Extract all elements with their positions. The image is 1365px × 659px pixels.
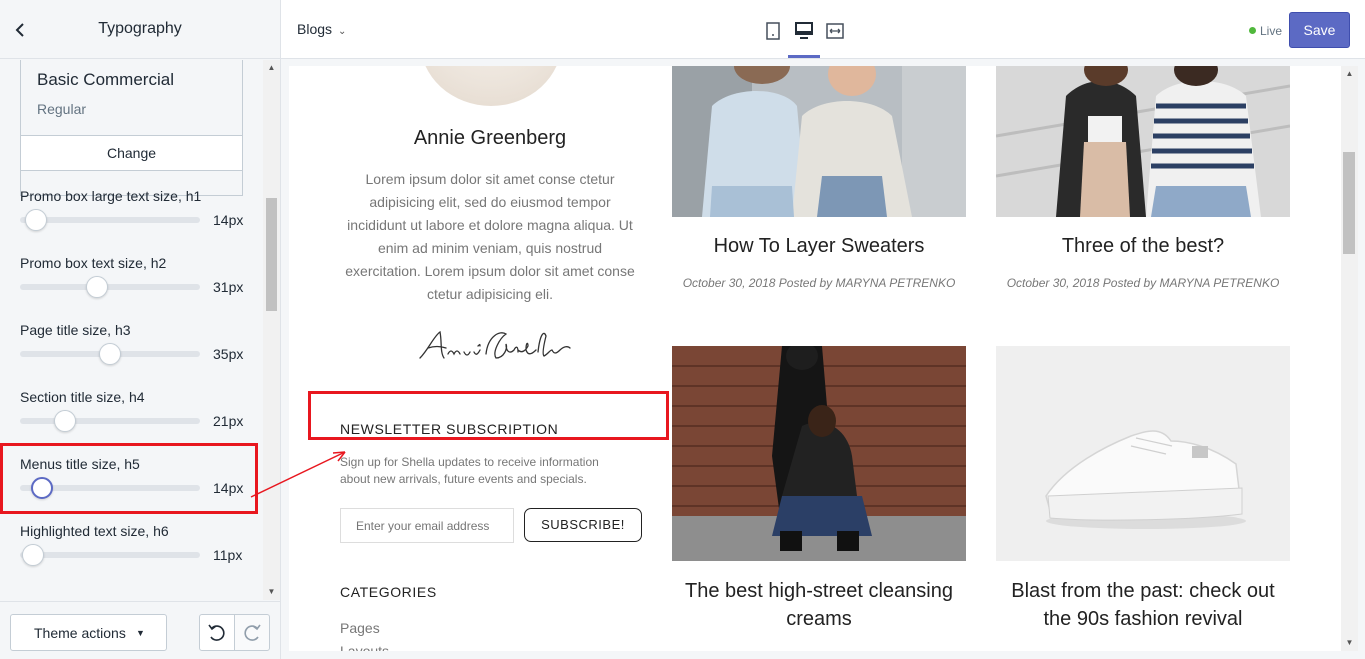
- page-selector[interactable]: Blogs ⌄: [297, 21, 346, 37]
- fullwidth-icon[interactable]: [824, 20, 846, 42]
- setting-label: Section title size, h4: [20, 389, 145, 405]
- category-link-pages[interactable]: Pages: [340, 620, 380, 636]
- setting-value: 21px: [213, 413, 244, 429]
- range-slider-track[interactable]: [20, 209, 200, 231]
- scroll-down-arrow-icon[interactable]: ▼: [263, 584, 280, 600]
- post-image-layered-sweaters[interactable]: [672, 66, 966, 217]
- setting-label: Promo box large text size, h1: [20, 188, 202, 204]
- font-picker-card: Basic Commercial Regular: [20, 60, 243, 196]
- setting-h3-size: Page title size, h3 35px: [20, 322, 250, 382]
- annotation-highlight-setting: [0, 443, 258, 514]
- setting-label: Highlighted text size, h6: [20, 523, 169, 539]
- annotation-highlight-heading: [308, 391, 669, 440]
- setting-h4-size: Section title size, h4 21px: [20, 389, 250, 449]
- subscribe-button[interactable]: SUBSCRIBE!: [524, 508, 642, 542]
- sidebar-footer: Theme actions ▼: [0, 601, 280, 659]
- redo-button[interactable]: [234, 614, 270, 651]
- setting-label: Promo box text size, h2: [20, 255, 167, 271]
- chevron-down-icon: ⌄: [338, 26, 347, 37]
- category-link-layouts[interactable]: Layouts: [340, 643, 389, 651]
- range-slider-thumb[interactable]: [54, 410, 76, 432]
- selected-device-indicator: [788, 55, 820, 58]
- post-title[interactable]: Three of the best?: [996, 232, 1290, 260]
- post-title[interactable]: The best high-street cleansing creams: [672, 577, 966, 633]
- change-font-button[interactable]: Change: [20, 135, 243, 171]
- setting-h6-size: Highlighted text size, h6 11px: [20, 523, 250, 583]
- range-slider-thumb[interactable]: [21, 544, 44, 566]
- live-status-label: Live: [1260, 24, 1283, 38]
- editor-topbar: Blogs ⌄ Live Save: [281, 0, 1365, 59]
- live-status-dot: [1249, 27, 1256, 34]
- sidebar-scrollbar[interactable]: ▲ ▼: [263, 60, 280, 600]
- scrollbar-thumb[interactable]: [1343, 152, 1355, 254]
- range-slider-track[interactable]: [20, 276, 200, 298]
- post-image-cleansing-creams[interactable]: [672, 346, 966, 561]
- post-meta: October 30, 2018 Posted by MARYNA PETREN…: [1006, 276, 1280, 290]
- preview-scrollbar[interactable]: ▲ ▼: [1341, 66, 1358, 651]
- setting-value: 31px: [213, 279, 244, 295]
- setting-h1-size: Promo box large text size, h1 14px: [20, 188, 250, 248]
- post-title[interactable]: How To Layer Sweaters: [672, 232, 966, 260]
- author-name: Annie Greenberg: [413, 127, 567, 149]
- scroll-down-arrow-icon[interactable]: ▼: [1341, 635, 1358, 651]
- scrollbar-thumb[interactable]: [266, 198, 277, 311]
- redo-icon: [244, 624, 261, 641]
- theme-editor-sidebar: Typography Basic Commercial Regular Chan…: [0, 0, 281, 659]
- newsletter-text: Sign up for Shella updates to receive in…: [340, 455, 599, 486]
- range-slider-track[interactable]: [20, 410, 200, 432]
- post-image-three-of-the-best[interactable]: [996, 66, 1290, 217]
- undo-button[interactable]: [199, 614, 235, 651]
- post-meta: October 30, 2018 Posted by MARYNA PETREN…: [682, 276, 956, 290]
- range-slider-thumb[interactable]: [99, 343, 121, 365]
- sidebar-title: Typography: [98, 20, 182, 37]
- setting-value: 14px: [213, 212, 244, 228]
- desktop-icon[interactable]: [793, 20, 815, 42]
- sidebar-header: Typography: [0, 0, 280, 59]
- theme-actions-label: Theme actions: [34, 625, 126, 641]
- save-button[interactable]: Save: [1289, 12, 1350, 48]
- categories-heading: CATEGORIES: [340, 584, 437, 600]
- caret-down-icon: ▼: [136, 628, 145, 638]
- post-image-90s-fashion-sneaker[interactable]: [996, 346, 1290, 561]
- author-signature: [419, 330, 571, 359]
- setting-value: 11px: [213, 547, 243, 563]
- mobile-icon[interactable]: [762, 20, 784, 42]
- range-slider-thumb[interactable]: [86, 276, 109, 298]
- author-avatar: [420, 66, 562, 106]
- range-slider-track[interactable]: [20, 343, 200, 365]
- range-slider-track[interactable]: [20, 544, 200, 566]
- setting-value: 35px: [213, 346, 244, 362]
- store-preview-frame: Annie Greenberg Lorem ipsum dolor sit am…: [289, 66, 1341, 651]
- sidebar-content: Basic Commercial Regular Change Promo bo…: [0, 60, 262, 600]
- post-title[interactable]: Blast from the past: check out the 90s f…: [996, 577, 1290, 633]
- undo-icon: [208, 624, 225, 641]
- range-slider-thumb[interactable]: [25, 209, 48, 231]
- theme-actions-button[interactable]: Theme actions ▼: [10, 614, 167, 651]
- author-bio: Lorem ipsum dolor sit amet conse ctetur …: [345, 171, 635, 302]
- newsletter-email-input[interactable]: [340, 508, 514, 543]
- font-name: Basic Commercial: [37, 70, 174, 89]
- font-style: Regular: [37, 101, 87, 117]
- setting-label: Page title size, h3: [20, 322, 131, 338]
- scroll-up-arrow-icon[interactable]: ▲: [263, 60, 280, 76]
- setting-h2-size: Promo box text size, h2 31px: [20, 255, 250, 315]
- page-selector-label: Blogs: [297, 21, 333, 37]
- scroll-up-arrow-icon[interactable]: ▲: [1341, 66, 1358, 82]
